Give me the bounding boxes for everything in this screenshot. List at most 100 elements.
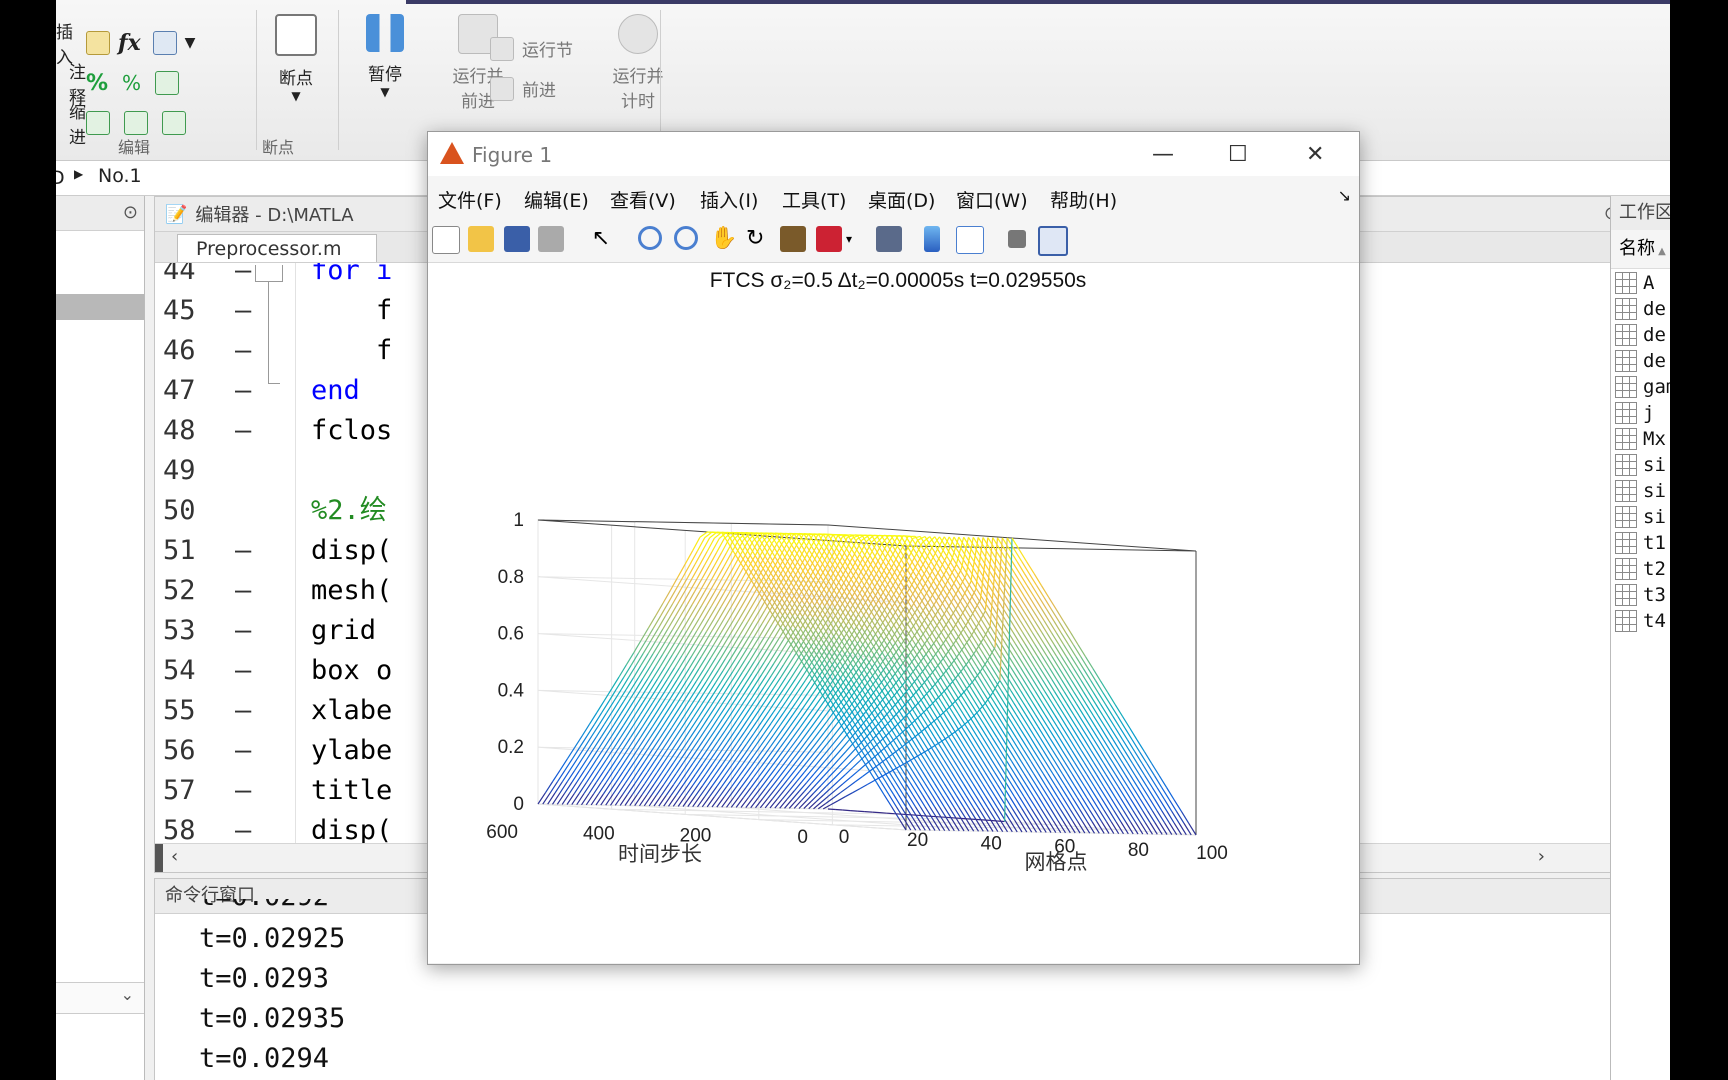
breakpoint-dash[interactable]: – [235, 571, 251, 611]
breakpoint-button[interactable]: 断点 ▼ [264, 14, 328, 103]
workspace-variable[interactable]: t3 [1615, 584, 1666, 606]
link-plot-icon[interactable] [876, 226, 902, 252]
line-number[interactable]: 46 – [155, 331, 283, 371]
workspace-variable[interactable]: si [1615, 454, 1666, 476]
line-number[interactable]: 47 – [155, 371, 283, 411]
code-line[interactable]: box o [311, 651, 392, 691]
dock-figure-icon[interactable] [1038, 226, 1068, 256]
dropdown-arrow-icon[interactable]: ▼ [185, 35, 196, 51]
breakpoint-dash[interactable]: – [235, 811, 251, 843]
code-line[interactable]: %2.绘 [311, 491, 387, 531]
details-bar[interactable]: ⌄ [56, 982, 144, 1014]
smart-indent-icon[interactable] [86, 111, 110, 135]
workspace-variable[interactable]: de [1615, 324, 1666, 346]
save-icon[interactable] [504, 226, 530, 252]
advance-button[interactable]: 前进 [490, 76, 556, 101]
surface-plot[interactable]: 00.20.40.60.810 20 40 60 80 1000200400600网格点时… [428, 263, 1359, 963]
menu-help[interactable]: 帮助(H) [1050, 186, 1117, 213]
close-icon[interactable]: ✕ [1306, 142, 1324, 167]
workspace-variable[interactable]: Mx [1615, 428, 1666, 450]
menu-window[interactable]: 窗口(W) [956, 186, 1028, 213]
scroll-right-icon[interactable]: › [1538, 846, 1545, 867]
rotate-3d-icon[interactable]: ↻ [746, 226, 772, 252]
menu-view[interactable]: 查看(V) [610, 186, 676, 213]
pointer-icon[interactable]: ↖ [588, 226, 614, 252]
breakpoint-dash[interactable]: – [235, 611, 251, 651]
workspace-variable[interactable]: j [1615, 402, 1654, 424]
dock-arrow-icon[interactable]: ↘ [1338, 186, 1351, 205]
menu-edit[interactable]: 编辑(E) [524, 186, 589, 213]
code-line[interactable]: f [311, 331, 392, 371]
code-line[interactable]: disp( [311, 531, 392, 571]
data-cursor-icon[interactable] [780, 226, 806, 252]
code-line[interactable]: disp( [311, 811, 392, 843]
pause-button[interactable]: 暂停 ▼ [350, 14, 420, 99]
workspace-variable[interactable]: si [1615, 480, 1666, 502]
workspace-variable[interactable]: de [1615, 298, 1666, 320]
code-line[interactable]: title [311, 771, 392, 811]
colorbar-icon[interactable] [924, 226, 940, 252]
brush-icon[interactable] [816, 226, 842, 252]
workspace-variable[interactable]: si [1615, 506, 1666, 528]
menu-insert[interactable]: 插入(I) [700, 186, 758, 213]
line-number[interactable]: 44 – [155, 263, 283, 291]
workspace-variable[interactable]: t4 [1615, 610, 1666, 632]
line-number[interactable]: 54 – [155, 651, 283, 691]
name-column-header[interactable]: 名称 ▲ [1611, 230, 1670, 269]
breadcrumb[interactable]: No.1 [98, 165, 142, 187]
breakpoint-dash[interactable]: – [235, 531, 251, 571]
tab-preprocessor[interactable]: Preprocessor.m [177, 234, 377, 262]
scroll-left-icon[interactable]: ‹ [171, 846, 178, 867]
breakpoint-dash[interactable]: – [235, 651, 251, 691]
line-number[interactable]: 48 – [155, 411, 283, 451]
wrap-comment-icon[interactable] [155, 71, 180, 95]
line-number[interactable]: 49 [155, 451, 283, 491]
line-number[interactable]: 52 – [155, 571, 283, 611]
code-line[interactable]: ylabe [311, 731, 392, 771]
workspace-variable[interactable]: t1 [1615, 532, 1666, 554]
workspace-variable[interactable]: A [1615, 272, 1654, 294]
line-number[interactable]: 58 – [155, 811, 283, 843]
breakpoint-dash[interactable]: – [235, 731, 251, 771]
code-line[interactable]: end [311, 371, 360, 411]
zoom-in-icon[interactable] [638, 226, 662, 250]
menu-file[interactable]: 文件(F) [438, 186, 502, 213]
breakpoint-dash[interactable]: – [235, 411, 251, 451]
workspace-variable[interactable]: t2 [1615, 558, 1666, 580]
line-number[interactable]: 45 – [155, 291, 283, 331]
figure-title-bar[interactable]: Figure 1 — ☐ ✕ [428, 132, 1359, 176]
legend-icon[interactable] [956, 226, 984, 254]
breakpoint-dash[interactable]: – [235, 291, 251, 331]
code-line[interactable]: xlabe [311, 691, 392, 731]
workspace-variable[interactable]: de [1615, 350, 1666, 372]
pan-icon[interactable]: ✋ [710, 226, 737, 252]
run-section-button[interactable]: 运行节 [490, 36, 573, 61]
breakpoint-dash[interactable]: – [235, 371, 251, 411]
line-number[interactable]: 55 – [155, 691, 283, 731]
menu-desktop[interactable]: 桌面(D) [868, 186, 935, 213]
zoom-out-icon[interactable] [674, 226, 698, 250]
code-line[interactable]: mesh( [311, 571, 392, 611]
uncomment-icon[interactable]: % [122, 71, 141, 95]
insert-icon[interactable] [86, 31, 110, 55]
breakpoint-dash[interactable]: – [235, 331, 251, 371]
panel-menu-icon[interactable]: ⊙ [123, 202, 138, 223]
maximize-icon[interactable]: ☐ [1228, 142, 1248, 167]
minimize-icon[interactable]: — [1152, 142, 1174, 167]
code-line[interactable]: for i [311, 263, 392, 291]
plot-area[interactable]: 0 0.2 0.4 0.6 0.8 1 0 20 40 60 80 100 0 200 400 600 网格点时… [428, 263, 1359, 963]
code-line[interactable]: fclos [311, 411, 392, 451]
line-number[interactable]: 53 – [155, 611, 283, 651]
line-number[interactable]: 50 [155, 491, 283, 531]
code-line[interactable]: f [311, 291, 392, 331]
new-figure-icon[interactable] [432, 226, 460, 254]
figure-window[interactable]: Figure 1 — ☐ ✕ 文件(F) 编辑(E) 查看(V) 插入(I) 工… [427, 131, 1360, 965]
breakpoint-dash[interactable]: – [235, 263, 251, 291]
open-file-icon[interactable] [468, 226, 494, 252]
selected-folder-row[interactable] [56, 294, 144, 320]
breakpoint-dash[interactable]: – [235, 771, 251, 811]
function-icon[interactable] [152, 31, 177, 55]
breakpoint-dash[interactable]: – [235, 691, 251, 731]
code-line[interactable]: grid [311, 611, 392, 651]
menu-tools[interactable]: 工具(T) [782, 186, 846, 213]
